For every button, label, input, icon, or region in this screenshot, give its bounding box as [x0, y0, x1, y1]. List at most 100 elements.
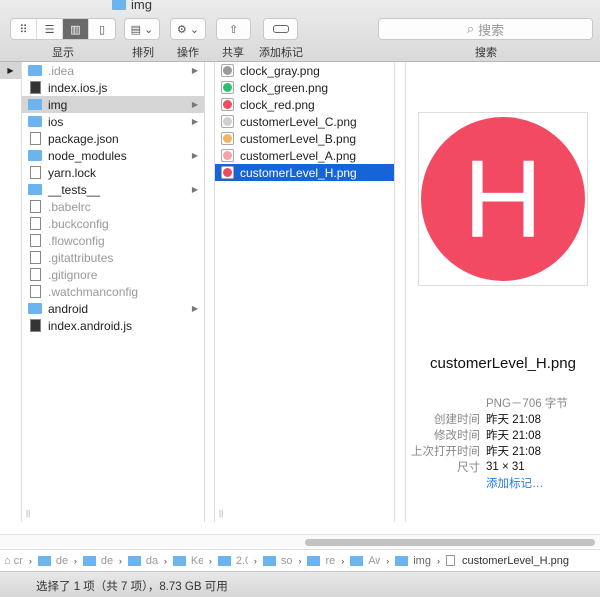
item-name: customerLevel_A.png: [240, 148, 357, 163]
item-name: yarn.lock: [48, 165, 97, 180]
path-segment[interactable]: Aw: [368, 555, 380, 567]
folder-icon: [28, 184, 42, 195]
search-input[interactable]: ⌕ 搜索: [378, 18, 593, 40]
list-item[interactable]: __tests__ ▶: [22, 181, 204, 198]
item-name: .buckconfig: [48, 216, 109, 231]
list-item[interactable]: .babelrc: [22, 198, 204, 215]
list-item[interactable]: package.json: [22, 130, 204, 147]
image-file-icon: [221, 81, 234, 94]
list-item[interactable]: yarn.lock: [22, 164, 204, 181]
cover-flow-button[interactable]: ▯: [89, 19, 115, 39]
item-name: index.ios.js: [48, 80, 108, 95]
list-item[interactable]: .flowconfig: [22, 232, 204, 249]
chevron-right-icon: ›: [341, 555, 345, 566]
list-item[interactable]: customerLevel_B.png: [215, 130, 394, 147]
document-icon: [30, 251, 41, 264]
path-segment[interactable]: so: [281, 555, 293, 567]
list-item[interactable]: .gitattributes: [22, 249, 204, 266]
chevron-right-icon: ▶: [191, 66, 198, 75]
toolbar: img ⠿ ☰ ▥ ▯ 显示 ▤ ⌄ 排列 ⚙ ⌄ 操作 ⇧ 共享 添加标记 ⌕…: [0, 0, 600, 62]
chevron-right-icon: ▶: [191, 100, 198, 109]
metadata-value: 31 × 31: [486, 461, 525, 473]
preview-pane: H customerLevel_H.png PNG－706 字节 创建时间 昨天 …: [406, 62, 600, 522]
column-project[interactable]: .idea ▶ index.ios.js img ▶ ios ▶ package.json no…: [22, 62, 205, 522]
chevron-right-icon: ▶: [191, 304, 198, 313]
image-file-icon: [221, 64, 234, 77]
image-file-icon: [221, 98, 234, 111]
path-file[interactable]: customerLevel_H.png: [462, 555, 569, 567]
list-item[interactable]: index.android.js: [22, 317, 204, 334]
path-segment[interactable]: re: [325, 555, 335, 567]
chevron-right-icon: ›: [163, 555, 167, 566]
folder-icon: [127, 555, 141, 566]
image-file-icon: [221, 166, 234, 179]
parent-selected-arrow[interactable]: ▶: [0, 62, 21, 79]
column-view-button[interactable]: ▥: [63, 19, 89, 39]
list-view-button[interactable]: ☰: [37, 19, 63, 39]
scrollbar-thumb[interactable]: [305, 539, 595, 546]
folder-icon: [350, 555, 364, 566]
item-name: node_modules: [48, 148, 127, 163]
list-item[interactable]: .buckconfig: [22, 215, 204, 232]
icon-view-button[interactable]: ⠿: [11, 19, 37, 39]
list-item[interactable]: clock_green.png: [215, 79, 394, 96]
path-segment[interactable]: cr: [14, 555, 23, 567]
horizontal-scrollbar[interactable]: [0, 534, 600, 548]
path-segment[interactable]: de: [56, 555, 68, 567]
path-segment[interactable]: Ke: [191, 555, 203, 567]
path-segment[interactable]: 2.0: [236, 555, 248, 567]
column-resize-handle[interactable]: ||: [26, 509, 30, 518]
list-item[interactable]: .gitignore: [22, 266, 204, 283]
action-button[interactable]: ⚙ ⌄: [170, 18, 206, 40]
share-label: 共享: [222, 47, 244, 59]
list-item[interactable]: img ▶: [22, 96, 204, 113]
arrange-button[interactable]: ▤ ⌄: [124, 18, 160, 40]
list-item[interactable]: clock_red.png: [215, 96, 394, 113]
image-file-icon: [221, 132, 234, 145]
folder-icon: [28, 99, 42, 110]
item-name: .flowconfig: [48, 233, 105, 248]
chevron-right-icon: ›: [436, 555, 440, 566]
view-switcher[interactable]: ⠿ ☰ ▥ ▯: [10, 18, 116, 40]
parent-column[interactable]: ▶: [0, 62, 22, 522]
path-segment[interactable]: da: [146, 555, 158, 567]
list-item[interactable]: clock_gray.png: [215, 62, 394, 79]
list-item[interactable]: .idea ▶: [22, 62, 204, 79]
item-name: clock_red.png: [240, 97, 315, 112]
item-name: android: [48, 301, 89, 316]
list-item[interactable]: android ▶: [22, 300, 204, 317]
share-button[interactable]: ⇧: [216, 18, 251, 40]
list-item[interactable]: ios ▶: [22, 113, 204, 130]
metadata-value: 昨天 21:08: [486, 414, 541, 426]
preview-metadata: PNG－706 字节 创建时间 昨天 21:08 修改时间 昨天 21:08 上次打开时…: [406, 395, 600, 491]
path-segment[interactable]: de: [101, 555, 113, 567]
metadata-value: 昨天 21:08: [486, 430, 541, 442]
list-item[interactable]: index.ios.js: [22, 79, 204, 96]
column-resize-handle[interactable]: ||: [219, 509, 223, 518]
path-bar: ⌂ cr › de › de › da › Ke › 2.0 › so › re › Aw › img › custom…: [0, 549, 600, 571]
item-name: .babelrc: [48, 199, 91, 214]
chevron-right-icon: ▶: [191, 185, 198, 194]
list-item[interactable]: customerLevel_C.png: [215, 113, 394, 130]
list-item[interactable]: node_modules ▶: [22, 147, 204, 164]
column-img[interactable]: clock_gray.png clock_green.png clock_red.p…: [215, 62, 395, 522]
image-file-icon: [221, 115, 234, 128]
chevron-right-icon: ›: [73, 555, 77, 566]
folder-icon: [82, 555, 96, 566]
list-item[interactable]: .watchmanconfig: [22, 283, 204, 300]
item-name: clock_gray.png: [240, 63, 320, 78]
item-name: img: [48, 97, 68, 112]
folder-icon: [112, 0, 126, 10]
add-tag-link[interactable]: 添加标记…: [486, 475, 544, 491]
path-segment[interactable]: img: [413, 555, 431, 567]
tag-button[interactable]: [263, 18, 298, 40]
folder-icon: [28, 116, 42, 127]
folder-icon: [307, 555, 321, 566]
item-name: .gitattributes: [48, 250, 114, 265]
metadata-key: 创建时间: [434, 414, 480, 426]
chevron-right-icon: ▶: [191, 117, 198, 126]
folder-icon: [28, 65, 42, 76]
share-icon: ⇧: [228, 23, 239, 36]
list-item[interactable]: customerLevel_A.png: [215, 147, 394, 164]
list-item[interactable]: customerLevel_H.png: [215, 164, 394, 181]
